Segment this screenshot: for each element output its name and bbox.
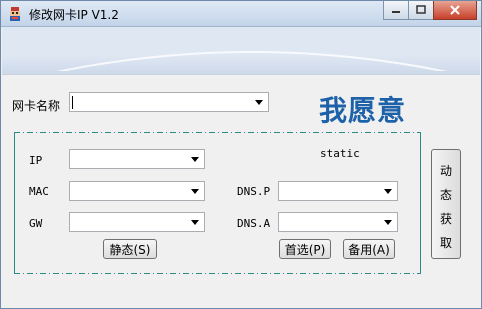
chevron-down-icon bbox=[384, 220, 392, 225]
window-controls bbox=[383, 1, 477, 21]
gw-label: GW bbox=[29, 217, 43, 230]
mac-label: MAC bbox=[29, 185, 49, 198]
alternate-button[interactable]: 备用(A) bbox=[343, 239, 395, 259]
dns-a-label: DNS.A bbox=[237, 217, 271, 230]
main-window: 修改网卡IP V1.2 网卡名称 我愿意 static IP MAC DNS.P… bbox=[0, 0, 482, 309]
preferred-button[interactable]: 首选(P) bbox=[279, 239, 331, 259]
window-title: 修改网卡IP V1.2 bbox=[29, 8, 119, 22]
dns-alternate-select[interactable] bbox=[278, 212, 398, 232]
app-icon bbox=[10, 7, 20, 21]
maximize-button[interactable] bbox=[408, 1, 434, 20]
minimize-button[interactable] bbox=[383, 1, 409, 20]
static-label: static bbox=[320, 147, 360, 160]
static-button[interactable]: 静态(S) bbox=[103, 239, 157, 259]
maximize-icon bbox=[416, 5, 426, 14]
chevron-down-icon bbox=[384, 189, 392, 194]
dynamic-char-2: 态 bbox=[440, 188, 453, 202]
ip-label: IP bbox=[29, 154, 43, 167]
dns-p-label: DNS.P bbox=[237, 185, 271, 198]
dynamic-char-3: 获 bbox=[440, 212, 453, 226]
title-bar[interactable]: 修改网卡IP V1.2 bbox=[1, 1, 481, 27]
dns-preferred-select[interactable] bbox=[278, 181, 398, 201]
dynamic-char-4: 取 bbox=[440, 236, 453, 250]
dynamic-char-1: 动 bbox=[440, 164, 453, 178]
close-button[interactable] bbox=[433, 1, 477, 20]
header-banner bbox=[2, 27, 480, 75]
adapter-select[interactable] bbox=[69, 92, 269, 112]
mac-select[interactable] bbox=[69, 181, 205, 201]
chevron-down-icon bbox=[191, 220, 199, 225]
ip-select[interactable] bbox=[69, 149, 205, 169]
gw-select[interactable] bbox=[69, 212, 205, 232]
chevron-down-icon bbox=[191, 189, 199, 194]
dynamic-acquire-button[interactable]: 动 态 获 取 bbox=[431, 149, 461, 259]
text-caret bbox=[72, 96, 73, 109]
banner-graphic bbox=[2, 39, 480, 74]
minimize-icon bbox=[392, 11, 400, 13]
close-icon bbox=[450, 5, 460, 15]
chevron-down-icon bbox=[255, 100, 263, 105]
adapter-label: 网卡名称 bbox=[12, 99, 61, 113]
brand-text: 我愿意 bbox=[319, 94, 407, 127]
chevron-down-icon bbox=[191, 157, 199, 162]
